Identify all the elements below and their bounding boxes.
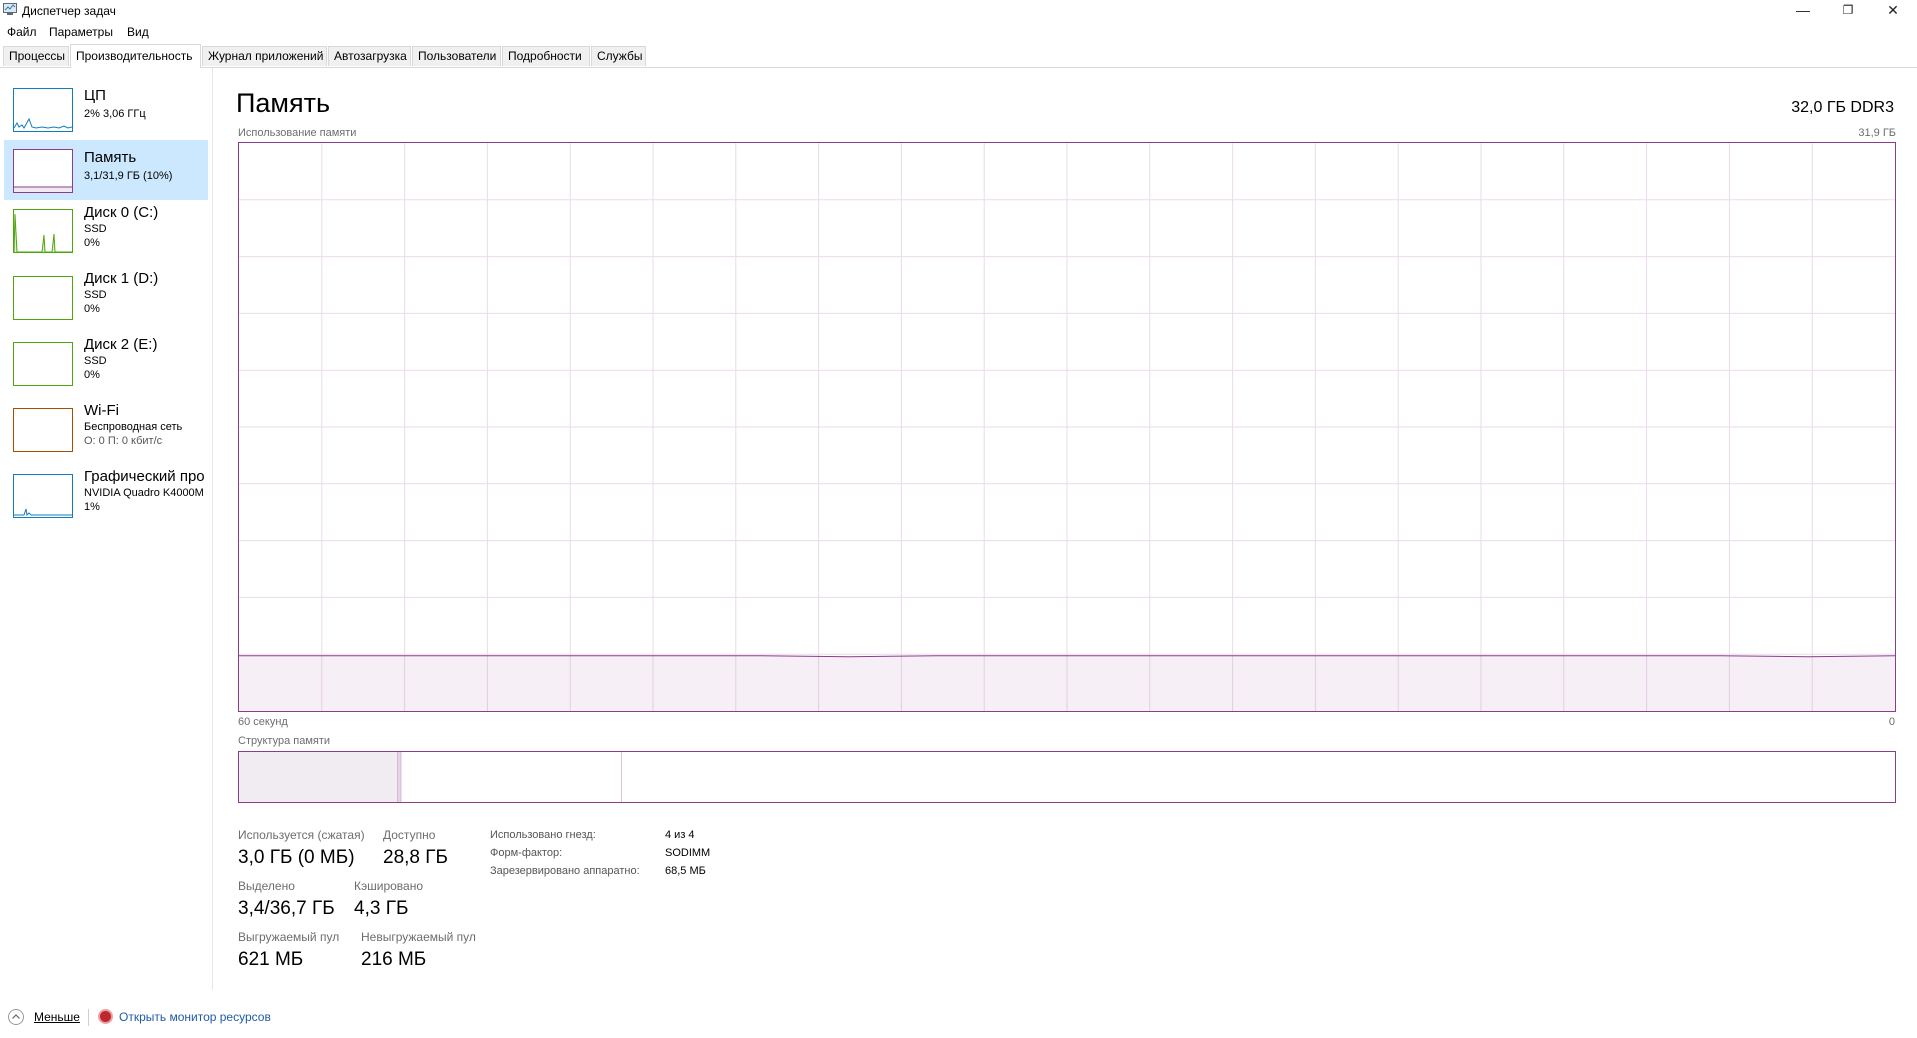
slots-value: 4 из 4 xyxy=(665,829,695,841)
chevron-up-icon[interactable] xyxy=(8,1009,24,1025)
structure-label: Структура памяти xyxy=(238,735,331,747)
memory-graph-icon xyxy=(13,149,73,193)
structure-segment-in-use xyxy=(239,752,398,802)
form-factor-value: SODIMM xyxy=(665,847,711,859)
sidebar-item-detail: 3,1/31,9 ГБ (10%) xyxy=(84,170,173,182)
sidebar-item-title: Диск 1 (D:) xyxy=(84,270,159,287)
tab-strip: Процессы Производительность Журнал прило… xyxy=(0,44,1917,68)
sidebar-item-gpu[interactable]: Графический про NVIDIA Quadro K4000M 1% xyxy=(4,466,208,530)
hw-reserved-value: 68,5 МБ xyxy=(665,865,706,877)
sidebar-item-detail: 2% 3,06 ГГц xyxy=(84,108,146,120)
sidebar-item-title: Память xyxy=(84,149,137,166)
menu-view[interactable]: Вид xyxy=(127,25,149,39)
sidebar-item-title: ЦП xyxy=(84,87,106,104)
resource-sidebar: ЦП 2% 3,06 ГГц Память 3,1/31,9 ГБ (10%) … xyxy=(0,68,213,990)
in-use-label: Используется (сжатая) xyxy=(238,828,365,842)
sidebar-item-detail: SSD xyxy=(84,289,107,301)
time-now-label: 0 xyxy=(1888,716,1895,728)
footer-divider xyxy=(88,1009,89,1026)
page-title: Память xyxy=(236,88,331,118)
minimize-button[interactable]: — xyxy=(1781,0,1825,22)
form-factor-label: Форм-фактор: xyxy=(490,847,563,859)
memory-structure-plot xyxy=(239,752,1895,802)
title-bar: Диспетчер задач — ❐ ✕ xyxy=(0,0,1917,22)
fewer-details-button[interactable]: Меньше xyxy=(34,1010,80,1024)
sidebar-item-title: Графический про xyxy=(84,468,205,485)
sidebar-item-detail: SSD xyxy=(84,355,107,367)
in-use-value: 3,0 ГБ (0 МБ) xyxy=(238,847,355,868)
hw-reserved-label: Зарезервировано аппаратно: xyxy=(490,865,640,877)
sidebar-item-cpu[interactable]: ЦП 2% 3,06 ГГц xyxy=(4,82,208,140)
sidebar-item-disk-1[interactable]: Диск 1 (D:) SSD 0% xyxy=(4,268,208,332)
time-span-label: 60 секунд xyxy=(238,716,288,728)
disk-graph-icon xyxy=(13,342,73,386)
sidebar-item-title: Wi-Fi xyxy=(84,402,119,419)
paged-pool-value: 621 МБ xyxy=(238,949,304,970)
memory-usage-plot xyxy=(239,143,1896,711)
nonpaged-pool-label: Невыгружаемый пул xyxy=(361,930,476,944)
sidebar-item-wifi[interactable]: Wi-Fi Беспроводная сеть О: 0 П: 0 кбит/с xyxy=(4,400,208,464)
sidebar-item-usage: 1% xyxy=(84,501,100,513)
sidebar-item-throughput: О: 0 П: 0 кбит/с xyxy=(84,435,163,447)
memory-usage-chart xyxy=(238,142,1896,712)
memory-structure-bar xyxy=(238,751,1896,803)
tab-processes[interactable]: Процессы xyxy=(3,46,69,66)
sidebar-item-usage: 0% xyxy=(84,237,100,249)
usage-area xyxy=(239,655,1895,711)
disk-graph-icon xyxy=(13,276,73,320)
footer-bar: Меньше Открыть монитор ресурсов xyxy=(0,1000,1917,1030)
tab-details[interactable]: Подробности xyxy=(502,46,590,66)
structure-segment-standby xyxy=(401,752,622,802)
paged-pool-label: Выгружаемый пул xyxy=(238,930,340,944)
tab-users[interactable]: Пользователи xyxy=(412,46,501,66)
network-graph-icon xyxy=(13,408,73,452)
sidebar-item-disk-0[interactable]: Диск 0 (C:) SSD 0% xyxy=(4,202,208,266)
slots-label: Использовано гнезд: xyxy=(490,829,596,841)
chart-max-label: 31,9 ГБ xyxy=(1858,127,1896,139)
sidebar-item-detail: SSD xyxy=(84,223,107,235)
sidebar-item-detail: NVIDIA Quadro K4000M xyxy=(84,487,204,499)
tab-performance[interactable]: Производительность xyxy=(70,44,201,68)
structure-segment-free xyxy=(621,752,1895,802)
committed-value: 3,4/36,7 ГБ xyxy=(238,898,335,919)
disk-graph-icon xyxy=(13,209,73,253)
tab-startup[interactable]: Автозагрузка xyxy=(328,46,411,66)
window-title: Диспетчер задач xyxy=(22,4,116,18)
cached-label: Кэшировано xyxy=(354,879,424,893)
committed-label: Выделено xyxy=(238,879,295,893)
available-label: Доступно xyxy=(383,828,436,842)
tab-services[interactable]: Службы xyxy=(591,46,646,66)
tab-app-history[interactable]: Журнал приложений xyxy=(202,46,327,66)
sidebar-item-detail: Беспроводная сеть xyxy=(84,421,183,433)
memory-spec: 32,0 ГБ DDR3 xyxy=(1791,99,1894,116)
sidebar-item-title: Диск 2 (E:) xyxy=(84,336,158,353)
sidebar-item-usage: 0% xyxy=(84,303,100,315)
gpu-graph-icon xyxy=(13,474,73,518)
cached-value: 4,3 ГБ xyxy=(354,898,409,919)
task-manager-icon xyxy=(3,3,17,15)
sidebar-item-disk-2[interactable]: Диск 2 (E:) SSD 0% xyxy=(4,334,208,398)
chart-label: Использование памяти xyxy=(238,127,357,139)
sidebar-item-usage: 0% xyxy=(84,369,100,381)
resource-monitor-icon xyxy=(98,1009,113,1024)
sidebar-item-memory[interactable]: Память 3,1/31,9 ГБ (10%) xyxy=(4,140,208,200)
close-button[interactable]: ✕ xyxy=(1871,0,1915,22)
menu-file[interactable]: Файл xyxy=(7,25,37,39)
sidebar-item-title: Диск 0 (C:) xyxy=(84,204,159,221)
nonpaged-pool-value: 216 МБ xyxy=(361,949,427,970)
available-value: 28,8 ГБ xyxy=(383,847,449,868)
open-resource-monitor-link[interactable]: Открыть монитор ресурсов xyxy=(119,1010,271,1024)
restore-button[interactable]: ❐ xyxy=(1826,0,1870,22)
menu-options[interactable]: Параметры xyxy=(49,25,113,39)
cpu-graph-icon xyxy=(13,88,73,132)
